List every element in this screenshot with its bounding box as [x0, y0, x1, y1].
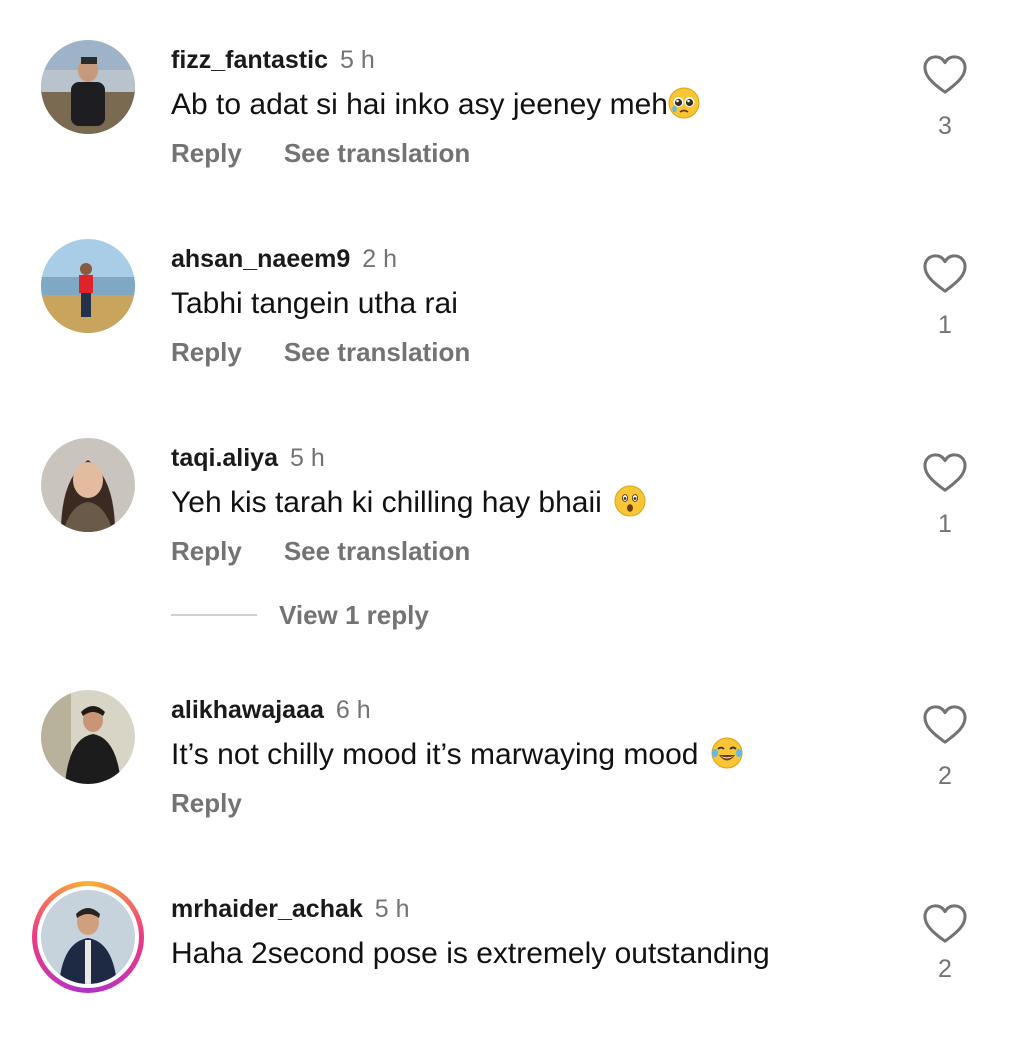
like-control: 1 [921, 253, 969, 340]
comment-header: fizz_fantastic 5 h [171, 44, 375, 75]
timestamp: 5 h [339, 46, 375, 74]
comment-actions: Reply See translation [171, 536, 470, 566]
avatar[interactable] [41, 438, 135, 532]
username[interactable]: mrhaider_achak [171, 895, 363, 923]
like-count: 1 [938, 311, 952, 339]
timestamp: 5 h [290, 444, 325, 472]
pleading-face-icon [668, 87, 700, 119]
comment-text: Haha 2second pose is extremely outstandi… [171, 935, 770, 973]
reply-button[interactable]: Reply [171, 788, 242, 818]
comment-actions: Reply [171, 788, 242, 818]
avatar[interactable] [41, 40, 135, 134]
comment-body: It’s not chilly mood it’s marwaying mood [171, 738, 707, 771]
comment-text: Yeh kis tarah ki chilling hay bhaii [171, 484, 646, 522]
avatar-story-ring[interactable] [32, 881, 144, 993]
like-count: 2 [938, 955, 952, 983]
divider-line [171, 614, 257, 616]
comment-text: Ab to adat si hai inko asy jeeney meh [171, 86, 700, 124]
see-translation-button[interactable]: See translation [284, 138, 470, 168]
comment-item: alikhawajaaa 6 h It’s not chilly mood it’… [0, 690, 1024, 860]
view-replies-label[interactable]: View 1 reply [279, 598, 429, 632]
astonished-face-icon [614, 485, 646, 517]
comment-body: Yeh kis tarah ki chilling hay bhaii [171, 486, 611, 519]
comment-body: Haha 2second pose is extremely outstandi… [171, 937, 770, 970]
reply-button[interactable]: Reply [171, 138, 242, 168]
timestamp: 6 h [335, 696, 371, 724]
like-count: 1 [938, 510, 952, 538]
comment-actions: Reply See translation [171, 138, 470, 168]
avatar[interactable] [41, 690, 135, 784]
comment-header: taqi.aliya 5 h [171, 442, 325, 473]
see-translation-button[interactable]: See translation [284, 536, 470, 566]
comment-item: fizz_fantastic 5 h Ab to adat si hai inko… [0, 40, 1024, 210]
avatar [41, 890, 135, 984]
tears-of-joy-face-icon [711, 737, 743, 769]
comment-header: alikhawajaaa 6 h [171, 694, 371, 725]
comment-text: Tabhi tangein utha rai [171, 285, 458, 323]
username[interactable]: alikhawajaaa [171, 696, 324, 724]
comment-body: Tabhi tangein utha rai [171, 287, 458, 320]
comment-actions: Reply See translation [171, 337, 470, 367]
comment-body: Ab to adat si hai inko asy jeeney meh [171, 88, 668, 121]
like-count: 2 [938, 762, 952, 790]
heart-icon[interactable] [922, 54, 968, 96]
comment-item: taqi.aliya 5 h Yeh kis tarah ki chilling … [0, 438, 1024, 608]
avatar[interactable] [41, 239, 135, 333]
reply-button[interactable]: Reply [171, 536, 242, 566]
like-count: 3 [938, 112, 952, 140]
like-control: 2 [921, 903, 969, 984]
username[interactable]: fizz_fantastic [171, 46, 328, 74]
timestamp: 2 h [362, 245, 398, 273]
heart-icon[interactable] [922, 452, 968, 494]
like-control: 2 [921, 704, 969, 791]
reply-button[interactable]: Reply [171, 337, 242, 367]
heart-icon[interactable] [922, 903, 968, 945]
username[interactable]: taqi.aliya [171, 444, 278, 472]
comment-item: ahsan_naeem9 2 h Tabhi tangein utha rai R… [0, 239, 1024, 409]
comment-header: mrhaider_achak 5 h [171, 893, 410, 924]
like-control: 1 [921, 452, 969, 539]
timestamp: 5 h [374, 895, 410, 923]
heart-icon[interactable] [922, 704, 968, 746]
comment-header: ahsan_naeem9 2 h [171, 243, 397, 274]
comment-item: mrhaider_achak 5 h Haha 2second pose is e… [0, 881, 1024, 1059]
see-translation-button[interactable]: See translation [284, 337, 470, 367]
heart-icon[interactable] [922, 253, 968, 295]
comment-text: It’s not chilly mood it’s marwaying mood [171, 736, 743, 774]
username[interactable]: ahsan_naeem9 [171, 245, 350, 273]
like-control: 3 [921, 54, 969, 141]
